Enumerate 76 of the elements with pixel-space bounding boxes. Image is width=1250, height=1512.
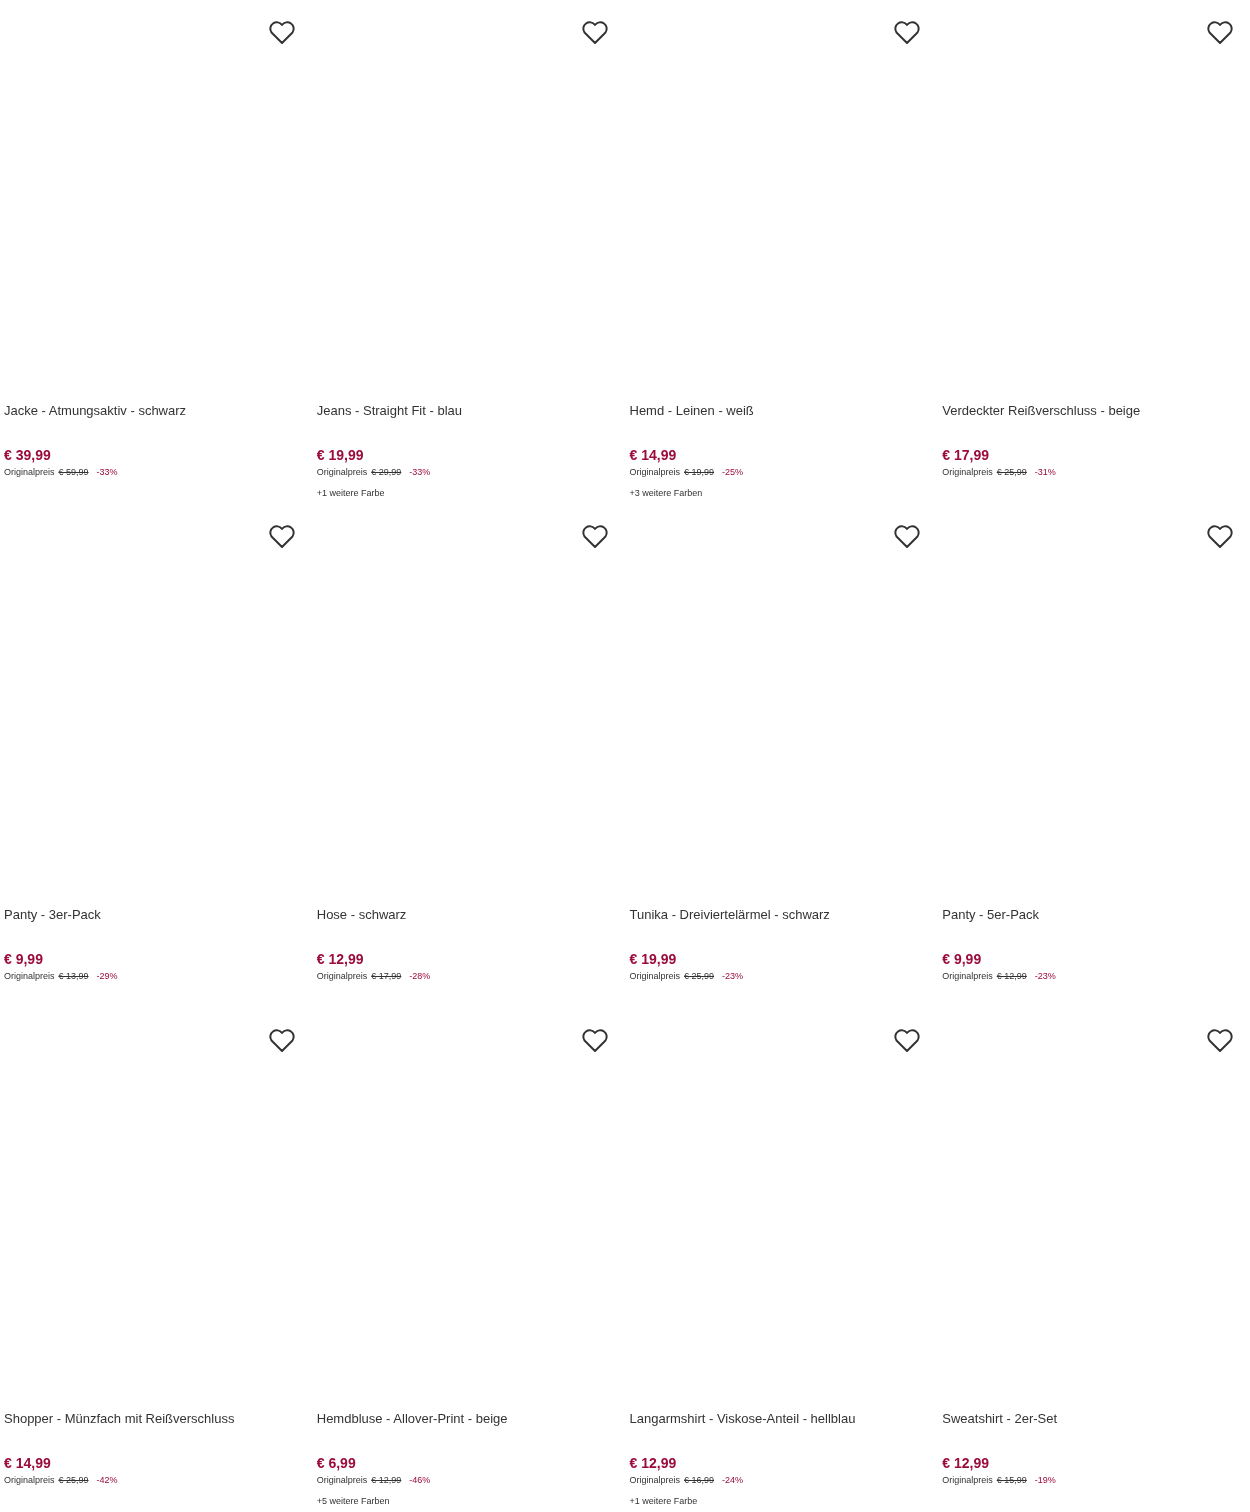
- sale-price: € 9,99: [942, 950, 983, 968]
- discount-percent: -28%: [409, 970, 431, 983]
- original-price-label: Originalpreis: [316, 1474, 368, 1487]
- product-title[interactable]: Verdeckter Reißverschluss - beige: [942, 402, 1246, 420]
- wishlist-heart-icon[interactable]: [267, 1028, 296, 1054]
- original-price: € 12,99: [371, 1474, 402, 1487]
- original-price-label: Originalpreis: [4, 1474, 55, 1487]
- original-price: € 29,99: [371, 466, 402, 479]
- sale-price: € 14,99: [4, 1454, 52, 1472]
- original-price: € 17,99: [371, 970, 402, 983]
- original-price: € 13,99: [58, 970, 89, 983]
- wishlist-heart-icon[interactable]: [1206, 20, 1234, 46]
- original-price-label: Originalpreis: [942, 1474, 993, 1487]
- product-title[interactable]: Langarmshirt - Viskose-Anteil - hellblau: [629, 1410, 934, 1428]
- sale-price: € 9,99: [4, 950, 44, 968]
- wishlist-heart-icon[interactable]: [267, 524, 296, 550]
- product-title[interactable]: Tunika - Dreiviertelärmel - schwarz: [629, 906, 934, 924]
- original-price: € 12,99: [996, 970, 1027, 983]
- original-price-label: Originalpreis: [4, 466, 55, 479]
- wishlist-heart-icon[interactable]: [580, 20, 609, 46]
- original-price-label: Originalpreis: [316, 466, 368, 479]
- sale-price: € 12,99: [629, 1454, 678, 1472]
- discount-percent: -33%: [409, 466, 431, 479]
- product-title[interactable]: Sweatshirt - 2er-Set: [942, 1410, 1246, 1428]
- wishlist-heart-icon[interactable]: [893, 524, 922, 550]
- original-price-label: Originalpreis: [316, 970, 368, 983]
- sale-price: € 6,99: [316, 1454, 357, 1472]
- sale-price: € 17,99: [942, 446, 990, 464]
- discount-percent: -25%: [722, 466, 744, 479]
- original-price-label: Originalpreis: [942, 466, 993, 479]
- original-price-label: Originalpreis: [942, 970, 993, 983]
- discount-percent: -31%: [1034, 466, 1056, 479]
- original-price-label: Originalpreis: [629, 1474, 681, 1487]
- original-price: € 15,99: [996, 1474, 1027, 1487]
- more-colors-link[interactable]: +5 weitere Farben: [316, 1494, 621, 1508]
- product-title[interactable]: Hemd - Leinen - weiß: [629, 402, 934, 420]
- original-price: € 25,99: [684, 970, 715, 983]
- product-title[interactable]: Shopper - Münzfach mit Reißverschluss: [4, 1410, 308, 1428]
- original-price-label: Originalpreis: [629, 466, 681, 479]
- sale-price: € 19,99: [629, 950, 678, 968]
- product-title[interactable]: Jeans - Straight Fit - blau: [316, 402, 621, 420]
- more-colors-link[interactable]: +1 weitere Farbe: [629, 1494, 934, 1508]
- wishlist-heart-icon[interactable]: [580, 524, 609, 550]
- wishlist-heart-icon[interactable]: [1206, 524, 1234, 550]
- sale-price: € 12,99: [942, 1454, 990, 1472]
- discount-percent: -29%: [96, 970, 118, 983]
- product-title[interactable]: Panty - 5er-Pack: [942, 906, 1246, 924]
- original-price-label: Originalpreis: [4, 970, 55, 983]
- discount-percent: -19%: [1034, 1474, 1056, 1487]
- wishlist-heart-icon[interactable]: [893, 1028, 922, 1054]
- sale-price: € 14,99: [629, 446, 678, 464]
- original-price: € 25,99: [996, 466, 1027, 479]
- discount-percent: -42%: [96, 1474, 118, 1487]
- discount-percent: -46%: [409, 1474, 431, 1487]
- product-title[interactable]: Jacke - Atmungsaktiv - schwarz: [4, 402, 308, 420]
- original-price: € 19,99: [684, 466, 715, 479]
- original-price: € 16,99: [684, 1474, 715, 1487]
- wishlist-heart-icon[interactable]: [1206, 1028, 1234, 1054]
- product-title[interactable]: Hose - schwarz: [316, 906, 621, 924]
- sale-price: € 39,99: [4, 446, 52, 464]
- sale-price: € 12,99: [316, 950, 365, 968]
- discount-percent: -33%: [96, 466, 118, 479]
- more-colors-link[interactable]: +1 weitere Farbe: [316, 486, 621, 500]
- product-title[interactable]: Panty - 3er-Pack: [4, 906, 308, 924]
- discount-percent: -24%: [722, 1474, 744, 1487]
- original-price: € 59,99: [58, 466, 89, 479]
- original-price-label: Originalpreis: [629, 970, 681, 983]
- original-price: € 25,99: [58, 1474, 89, 1487]
- discount-percent: -23%: [1034, 970, 1056, 983]
- more-colors-link[interactable]: +3 weitere Farben: [629, 486, 934, 500]
- sale-price: € 19,99: [316, 446, 365, 464]
- discount-percent: -23%: [722, 970, 744, 983]
- product-title[interactable]: Hemdbluse - Allover-Print - beige: [316, 1410, 621, 1428]
- wishlist-heart-icon[interactable]: [893, 20, 922, 46]
- wishlist-heart-icon[interactable]: [580, 1028, 609, 1054]
- wishlist-heart-icon[interactable]: [267, 20, 296, 46]
